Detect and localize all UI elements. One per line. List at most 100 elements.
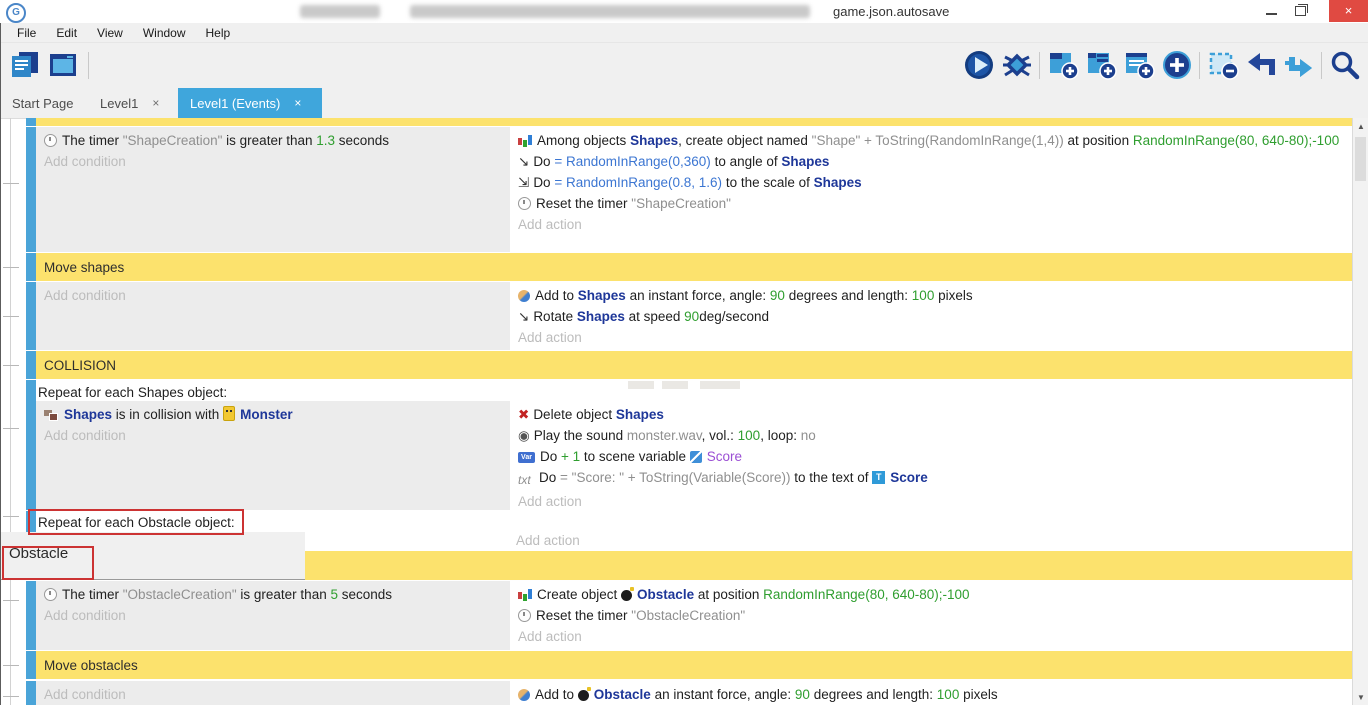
event-selection-bar[interactable]: [26, 681, 36, 705]
debug-bug-button[interactable]: [1000, 48, 1034, 82]
event-selection-bar[interactable]: [26, 581, 36, 650]
menu-window[interactable]: Window: [134, 24, 195, 42]
monster-icon: [223, 406, 235, 421]
action-line[interactable]: Among objects Shapes, create object name…: [518, 130, 1344, 151]
repeat-shapes-header[interactable]: Repeat for each Shapes object:: [38, 383, 227, 403]
annotation-box-repeat-obstacle: [28, 509, 244, 535]
add-action-link[interactable]: Add action: [516, 530, 580, 551]
title-bar: G game.json.autosave ×: [0, 0, 1368, 24]
event1-conditions: The timer "ShapeCreation" is greater tha…: [36, 127, 510, 252]
add-condition-link[interactable]: Add condition: [44, 151, 502, 172]
add-action-link[interactable]: Add action: [518, 626, 1344, 647]
play-button[interactable]: [962, 48, 996, 82]
action-line[interactable]: Create object Obstacle at position Rando…: [518, 584, 1344, 605]
vertical-scrollbar[interactable]: [1352, 118, 1368, 705]
redo-button[interactable]: [1282, 48, 1316, 82]
event-selection-bar[interactable]: [26, 118, 36, 126]
tab-close-icon[interactable]: ×: [294, 96, 301, 110]
menu-view[interactable]: View: [88, 24, 132, 42]
scroll-up-icon[interactable]: ▲: [1356, 122, 1366, 131]
menu-file[interactable]: File: [8, 24, 45, 42]
event-selection-bar[interactable]: [26, 651, 36, 679]
action-line[interactable]: ✖Delete object Shapes: [518, 404, 1344, 425]
comment-row-partial[interactable]: [36, 118, 1352, 126]
timer-icon: [518, 609, 531, 622]
obstacle-bomb-icon: [578, 690, 589, 701]
menu-help[interactable]: Help: [197, 24, 240, 42]
event-selection-bar[interactable]: [26, 127, 36, 252]
close-button[interactable]: ×: [1329, 0, 1368, 22]
event2-conditions: Add condition: [36, 282, 510, 350]
event-selection-bar[interactable]: [26, 380, 36, 510]
gutter-tick: [3, 316, 19, 317]
remove-event-button[interactable]: [1206, 48, 1240, 82]
project-manager-icon[interactable]: [8, 48, 42, 82]
comment-move-obstacles[interactable]: Move obstacles: [36, 651, 1352, 679]
menu-edit[interactable]: Edit: [47, 24, 86, 42]
action-line[interactable]: Reset the timer "ObstacleCreation": [518, 605, 1344, 626]
scene-editor-icon[interactable]: [46, 48, 80, 82]
event-selection-bar[interactable]: [26, 351, 36, 379]
condition-line[interactable]: The timer "ObstacleCreation" is greater …: [44, 584, 502, 605]
scene-variable-icon: [690, 451, 702, 463]
obstacle-bomb-icon: [621, 590, 632, 601]
tab-close-icon[interactable]: ×: [152, 96, 159, 110]
undo-button[interactable]: [1244, 48, 1278, 82]
action-line[interactable]: ⇲Do = RandomInRange(0.8, 1.6) to the sca…: [518, 172, 1344, 193]
gutter-tick: [3, 267, 19, 268]
action-line[interactable]: ◉Play the sound monster.wav, vol.: 100, …: [518, 425, 1344, 446]
tab-label: Level1 (Events): [190, 96, 280, 111]
add-action-link[interactable]: Add action: [518, 214, 1344, 235]
action-line[interactable]: ↘Do = RandomInRange(0,360) to angle of S…: [518, 151, 1344, 172]
condition-line[interactable]: The timer "ShapeCreation" is greater tha…: [44, 130, 502, 151]
add-condition-link[interactable]: Add condition: [44, 684, 502, 705]
toolbar-separator: [1321, 52, 1322, 79]
event5-conditions: The timer "ObstacleCreation" is greater …: [36, 581, 510, 650]
action-line[interactable]: Add to Shapes an instant force, angle: 9…: [518, 285, 1344, 306]
gutter-tick: [3, 516, 19, 517]
event-selection-bar[interactable]: [26, 282, 36, 350]
tab-level1[interactable]: Level1 ×: [88, 88, 171, 118]
event6-conditions: Add condition: [36, 681, 510, 705]
comment-collision[interactable]: COLLISION: [36, 351, 1352, 379]
add-condition-link[interactable]: Add condition: [44, 285, 502, 306]
gutter-line: [10, 118, 11, 705]
add-comment-button[interactable]: [1122, 48, 1156, 82]
collision-icon: [44, 409, 59, 421]
action-line[interactable]: Do = "Score: " + ToString(Variable(Score…: [518, 467, 1344, 491]
search-button[interactable]: [1328, 48, 1362, 82]
text-icon: [518, 469, 534, 491]
add-action-link[interactable]: Add action: [518, 327, 1344, 348]
restore-button[interactable]: [1295, 6, 1306, 16]
timer-icon: [44, 134, 57, 147]
add-condition-link[interactable]: Add condition: [44, 605, 502, 626]
add-condition-link[interactable]: Add condition: [44, 425, 502, 446]
add-action-link[interactable]: Add action: [518, 491, 1344, 512]
gutter-tick: [3, 665, 19, 666]
scroll-down-icon[interactable]: ▼: [1356, 693, 1366, 702]
delete-icon: ✖: [518, 404, 529, 425]
action-line[interactable]: Do + 1 to scene variable Score: [518, 446, 1344, 467]
condition-line[interactable]: Shapes is in collision with Monster: [44, 404, 502, 425]
gutter-tick: [3, 600, 19, 601]
add-special-event-button[interactable]: [1160, 48, 1194, 82]
sound-icon: ◉: [518, 425, 530, 446]
gutter-tick: [3, 696, 19, 697]
add-subevent-button[interactable]: [1084, 48, 1118, 82]
event3-actions: ✖Delete object Shapes ◉Play the sound mo…: [510, 401, 1352, 510]
tab-start-page[interactable]: Start Page: [0, 88, 85, 118]
event-selection-bar[interactable]: [26, 253, 36, 281]
annotation-box-obstacle-option: [2, 546, 94, 580]
action-line[interactable]: Reset the timer "ShapeCreation": [518, 193, 1344, 214]
action-line[interactable]: ↘Rotate Shapes at speed 90deg/second: [518, 306, 1344, 327]
create-object-icon: [518, 135, 532, 147]
timer-icon: [44, 588, 57, 601]
tab-level1-events[interactable]: Level1 (Events) ×: [178, 88, 322, 118]
comment-move-shapes[interactable]: Move shapes: [36, 253, 1352, 281]
add-event-button[interactable]: [1046, 48, 1080, 82]
action-line[interactable]: Add to Obstacle an instant force, angle:…: [518, 684, 1344, 705]
scrollbar-thumb[interactable]: [1355, 137, 1366, 181]
gutter-tick: [3, 183, 19, 184]
gdevelop-logo-icon: G: [6, 3, 26, 23]
minimize-button[interactable]: [1266, 13, 1277, 15]
